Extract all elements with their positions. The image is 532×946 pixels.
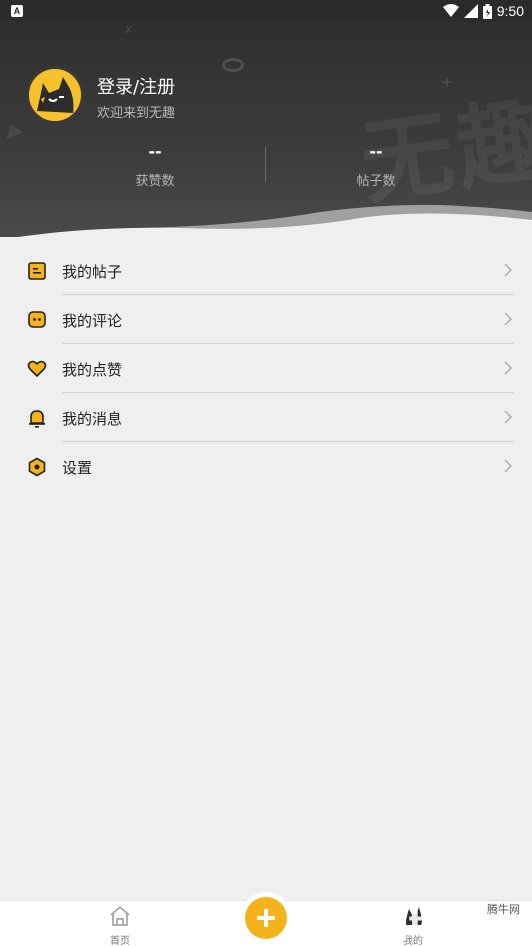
- posts-stat: -- 帖子数: [301, 142, 451, 189]
- welcome-subtitle: 欢迎来到无趣: [97, 106, 176, 121]
- avatar[interactable]: [26, 66, 84, 124]
- menu-list: 我的帖子 我的评论 我的点赞 我的消息 设置: [0, 246, 532, 491]
- menu-item-label: 我的消息: [62, 410, 123, 428]
- add-post-button[interactable]: [240, 892, 292, 944]
- menu-item-label: 设置: [62, 459, 93, 477]
- menu-item-my-comments[interactable]: 我的评论: [0, 295, 532, 344]
- status-bar: A 9:50: [0, 0, 532, 22]
- chevron-right-icon: [504, 263, 512, 277]
- heart-icon: [27, 360, 47, 377]
- signal-icon: [463, 4, 478, 18]
- comment-icon: [28, 311, 46, 328]
- tab-home-label: 首页: [110, 936, 130, 946]
- plus-icon: [257, 909, 275, 927]
- battery-icon: [482, 3, 492, 19]
- menu-item-settings[interactable]: 设置: [0, 442, 532, 491]
- watermark-brand: 腾牛网: [485, 901, 522, 917]
- settings-icon: [28, 457, 46, 477]
- chevron-right-icon: [504, 361, 512, 375]
- menu-item-my-messages[interactable]: 我的消息: [0, 393, 532, 442]
- menu-item-label: 我的点赞: [62, 361, 123, 379]
- menu-item-label: 我的帖子: [62, 263, 123, 281]
- likes-stat: -- 获赞数: [80, 142, 230, 189]
- post-icon: [28, 262, 46, 280]
- qqtn-watermark-logo: Ǫ qqtn.com: [323, 900, 532, 946]
- status-icons: 9:50: [442, 2, 524, 20]
- add-post-button-inner: [245, 897, 287, 939]
- likes-label: 获赞数: [135, 174, 175, 189]
- login-register-link[interactable]: 登录/注册: [97, 73, 175, 99]
- home-icon: [110, 906, 130, 926]
- header-wave: [18, 204, 532, 237]
- menu-item-label: 我的评论: [62, 312, 123, 330]
- decoration-mark: x: [125, 22, 133, 36]
- decoration-triangle: [2, 121, 24, 139]
- status-time: 9:50: [496, 3, 524, 19]
- decoration-plus: +: [440, 72, 454, 91]
- profile-header: 无趣 + x 登录/注册 欢迎来到无趣 -- 获赞数 -- 帖子数: [0, 22, 532, 237]
- chevron-right-icon: [504, 410, 512, 424]
- notification-icon: A: [11, 5, 23, 17]
- tab-home[interactable]: 首页: [90, 905, 150, 946]
- stats-divider: [265, 147, 266, 182]
- svg-text:Ǫ: Ǫ: [323, 900, 357, 946]
- mascot-avatar-icon: [29, 69, 81, 121]
- menu-item-my-posts[interactable]: 我的帖子: [0, 246, 532, 295]
- likes-count: --: [148, 142, 162, 161]
- bell-icon: [29, 410, 45, 428]
- chevron-right-icon: [504, 459, 512, 473]
- decoration-ring: [222, 58, 244, 72]
- posts-count: --: [369, 142, 383, 161]
- wifi-icon: [442, 4, 459, 17]
- posts-label: 帖子数: [356, 174, 396, 189]
- chevron-right-icon: [504, 312, 512, 326]
- menu-item-my-likes[interactable]: 我的点赞: [0, 344, 532, 393]
